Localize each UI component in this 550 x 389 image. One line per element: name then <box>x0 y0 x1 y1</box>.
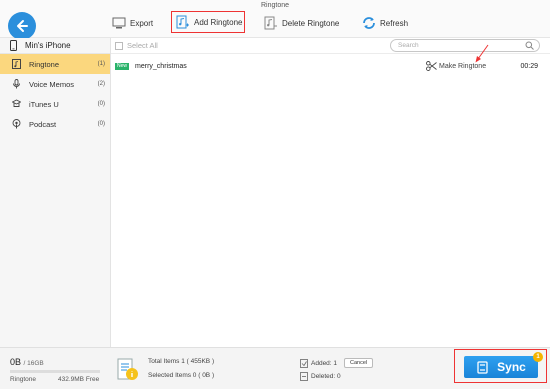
sidebar-item-itunes-u[interactable]: iTunes U (0) <box>0 94 110 114</box>
add-ringtone-label: Add Ringtone <box>194 17 243 27</box>
refresh-button[interactable]: Refresh <box>362 13 408 33</box>
sidebar-item-count: (1) <box>97 61 105 67</box>
selected-items: Selected Items 0 ( 0B ) <box>148 372 215 379</box>
device-header[interactable]: Min's iPhone <box>0 38 110 54</box>
sidebar-item-voice-memos[interactable]: Voice Memos (2) <box>0 74 110 94</box>
sidebar-item-label: iTunes U <box>29 99 59 109</box>
sidebar-item-label: Ringtone <box>29 59 60 69</box>
sync-icon <box>477 360 488 374</box>
storage-size: 0B / 16GB <box>10 357 44 367</box>
iphone-icon <box>10 40 17 51</box>
sidebar-item-ringtone[interactable]: Ringtone (1) <box>0 54 110 74</box>
add-ringtone-icon <box>176 15 189 29</box>
sidebar: Min's iPhone Ringtone (1) Voice Memos (2… <box>0 38 111 347</box>
added-icon <box>300 358 308 368</box>
sidebar-item-count: (0) <box>97 101 105 107</box>
ringtone-icon <box>12 59 21 69</box>
search-box[interactable] <box>390 39 540 52</box>
device-name: Min's iPhone <box>25 41 71 50</box>
sidebar-item-count: (0) <box>97 121 105 127</box>
sidebar-item-label: Podcast <box>29 119 57 129</box>
export-label: Export <box>130 18 154 28</box>
add-ringtone-button[interactable]: Add Ringtone <box>171 11 245 33</box>
microphone-icon <box>13 79 20 89</box>
cancel-button[interactable]: Cancel <box>344 358 374 368</box>
delete-ringtone-button[interactable]: Delete Ringtone <box>264 13 339 33</box>
select-all-checkbox[interactable] <box>115 41 123 50</box>
storage-total: / 16GB <box>23 360 44 367</box>
deleted-count: Deleted: 0 <box>311 373 341 380</box>
back-arrow-icon <box>17 20 28 32</box>
back-button[interactable] <box>8 12 36 40</box>
sidebar-item-count: (2) <box>97 81 105 87</box>
storage-bar <box>10 370 100 373</box>
select-all-label[interactable]: Select All <box>127 41 158 50</box>
podcast-icon <box>12 119 21 129</box>
toolbar: Ringtone Export Add Ringtone Delete Ring… <box>0 0 550 40</box>
scissors-icon <box>426 61 437 71</box>
ringtone-name: merry_christmas <box>135 62 187 70</box>
storage-category: Ringtone <box>10 376 37 383</box>
new-badge: New <box>115 62 130 70</box>
delete-ringtone-icon <box>264 16 277 30</box>
refresh-icon <box>363 17 375 29</box>
added-status: Added: 1 Cancel <box>300 358 374 368</box>
search-icon <box>525 41 534 50</box>
deleted-status: Deleted: 0 <box>300 372 341 381</box>
sync-button[interactable]: Sync <box>464 356 538 378</box>
delete-ringtone-label: Delete Ringtone <box>282 18 340 28</box>
storage-free: 432.9MB Free <box>58 376 100 383</box>
window-title: Ringtone <box>260 2 290 9</box>
table-row[interactable]: New merry_christmas Make Ringtone 00:29 <box>111 58 550 74</box>
file-info-icon <box>117 358 138 380</box>
duration: 00:29 <box>520 62 538 70</box>
sync-count-badge: 1 <box>533 352 543 362</box>
search-input[interactable] <box>391 40 511 51</box>
itunes-u-icon <box>12 99 21 107</box>
storage-used: 0B <box>10 357 22 367</box>
sidebar-item-label: Voice Memos <box>29 79 75 89</box>
refresh-label: Refresh <box>380 18 409 28</box>
export-icon <box>112 17 126 29</box>
make-ringtone-label: Make Ringtone <box>439 62 487 70</box>
deleted-icon <box>300 372 308 381</box>
sidebar-item-podcast[interactable]: Podcast (0) <box>0 114 110 134</box>
total-items: Total Items 1 ( 455KB ) <box>148 358 215 365</box>
added-count: Added: 1 <box>311 359 338 367</box>
make-ringtone-button[interactable]: Make Ringtone <box>426 61 486 71</box>
export-button[interactable]: Export <box>112 13 153 33</box>
sync-label: Sync <box>497 360 526 374</box>
